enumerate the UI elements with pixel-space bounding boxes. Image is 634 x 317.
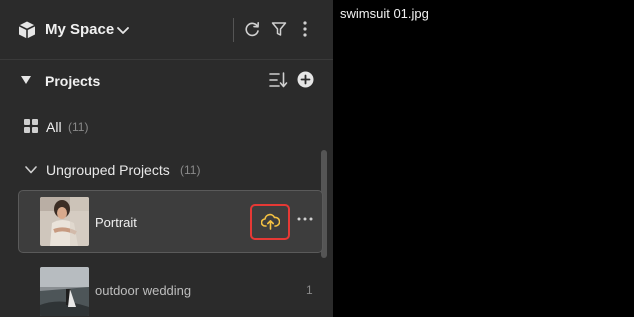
more-horiz-icon[interactable] — [296, 215, 314, 223]
more-vert-icon[interactable] — [298, 19, 312, 39]
upload-highlight[interactable] — [250, 204, 290, 240]
project-item-outdoor-wedding[interactable]: outdoor wedding 1 — [18, 260, 323, 317]
project-thumbnail — [40, 267, 89, 316]
chevron-down-icon[interactable] — [24, 164, 38, 176]
cube-icon — [18, 21, 36, 39]
add-icon[interactable] — [297, 71, 314, 88]
project-thumbnail — [40, 197, 89, 246]
all-count: (11) — [68, 120, 89, 134]
project-count: 1 — [306, 283, 313, 297]
project-name: Portrait — [95, 215, 137, 230]
projects-section-header: Projects — [0, 64, 333, 98]
space-title[interactable]: My Space — [45, 21, 114, 38]
projects-title[interactable]: Projects — [45, 73, 100, 89]
chevron-down-icon[interactable] — [115, 22, 131, 38]
divider — [233, 18, 234, 42]
sidebar: My Space Projects All (11) Ungrouped Pro… — [0, 0, 333, 317]
group-count: (11) — [180, 163, 201, 177]
project-name: outdoor wedding — [95, 283, 192, 298]
caret-down-icon[interactable] — [20, 75, 32, 85]
project-item-portrait[interactable]: Portrait — [18, 190, 323, 253]
group-label: Ungrouped Projects — [46, 162, 170, 178]
refresh-icon[interactable] — [243, 20, 261, 38]
all-label: All — [46, 119, 62, 135]
space-header: My Space — [0, 0, 333, 60]
filter-icon[interactable] — [270, 20, 288, 38]
ungrouped-projects-row[interactable]: Ungrouped Projects (11) — [0, 156, 320, 184]
image-preview-pane: swimsuit 01.jpg — [334, 0, 634, 317]
grid-icon — [24, 119, 38, 133]
sort-icon[interactable] — [268, 71, 288, 89]
file-name: swimsuit 01.jpg — [340, 6, 429, 21]
all-projects-row[interactable]: All (11) — [0, 112, 333, 140]
cloud-upload-icon[interactable] — [261, 213, 280, 230]
